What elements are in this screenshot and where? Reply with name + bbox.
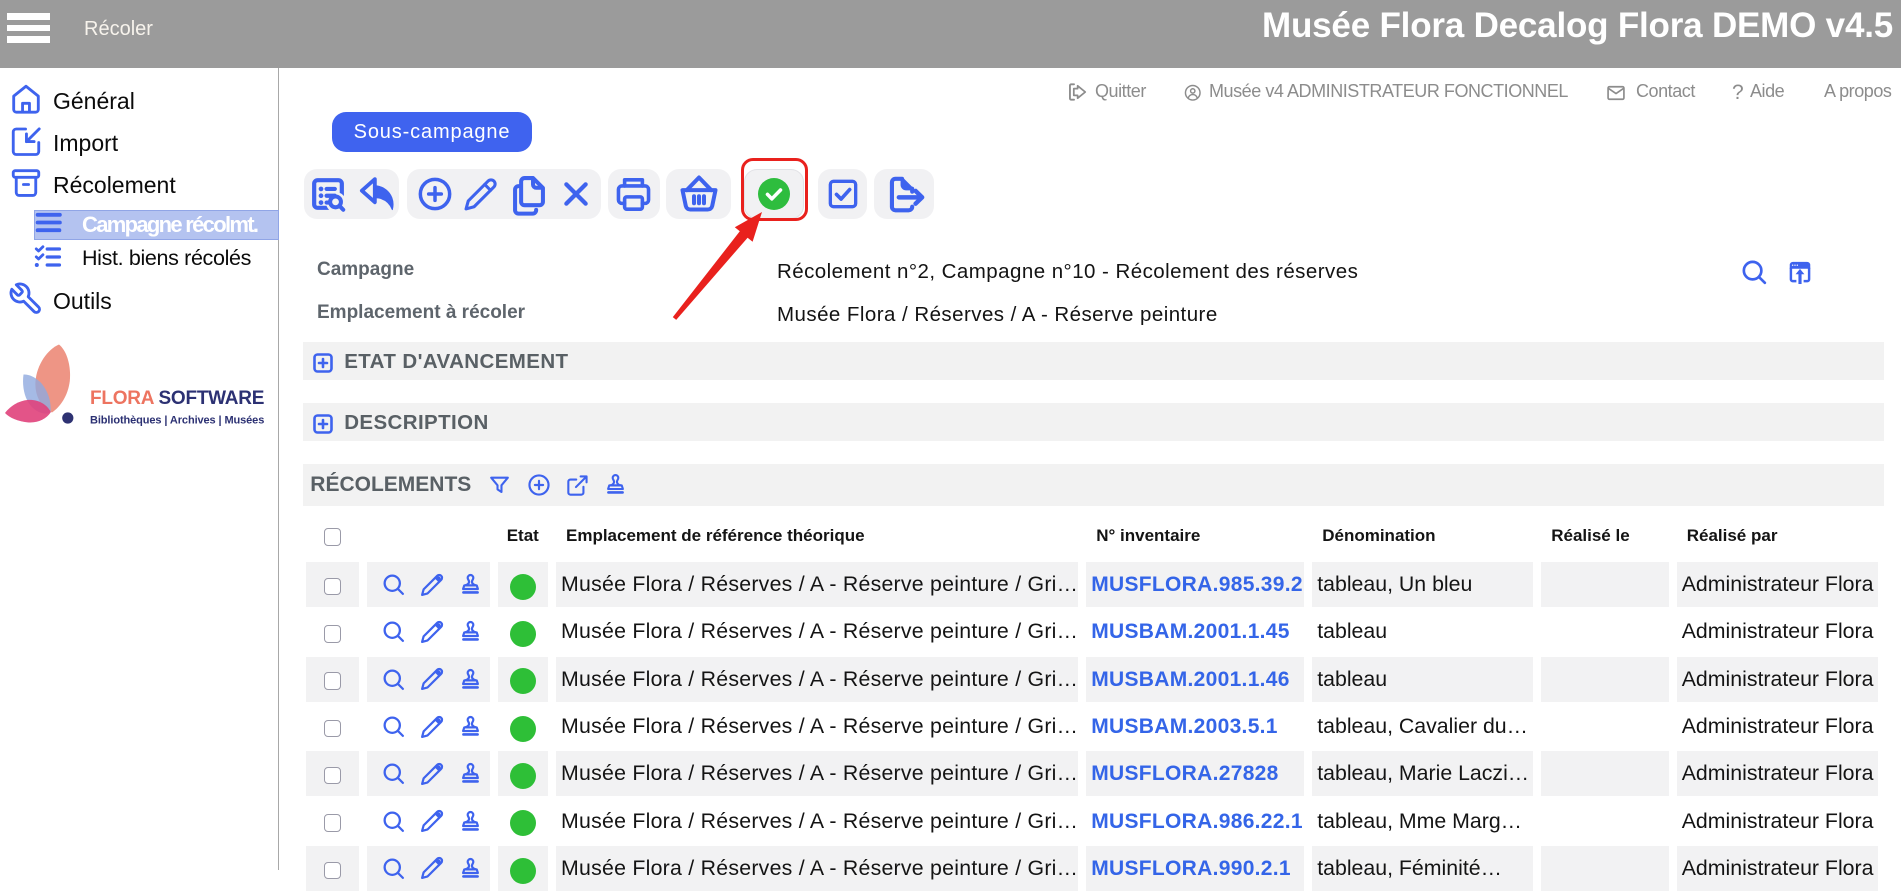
svg-text:FLORA SOFTWARE: FLORA SOFTWARE <box>90 388 264 409</box>
svg-text:Bibliothèques | Archives | Mus: Bibliothèques | Archives | Musées <box>90 415 264 427</box>
